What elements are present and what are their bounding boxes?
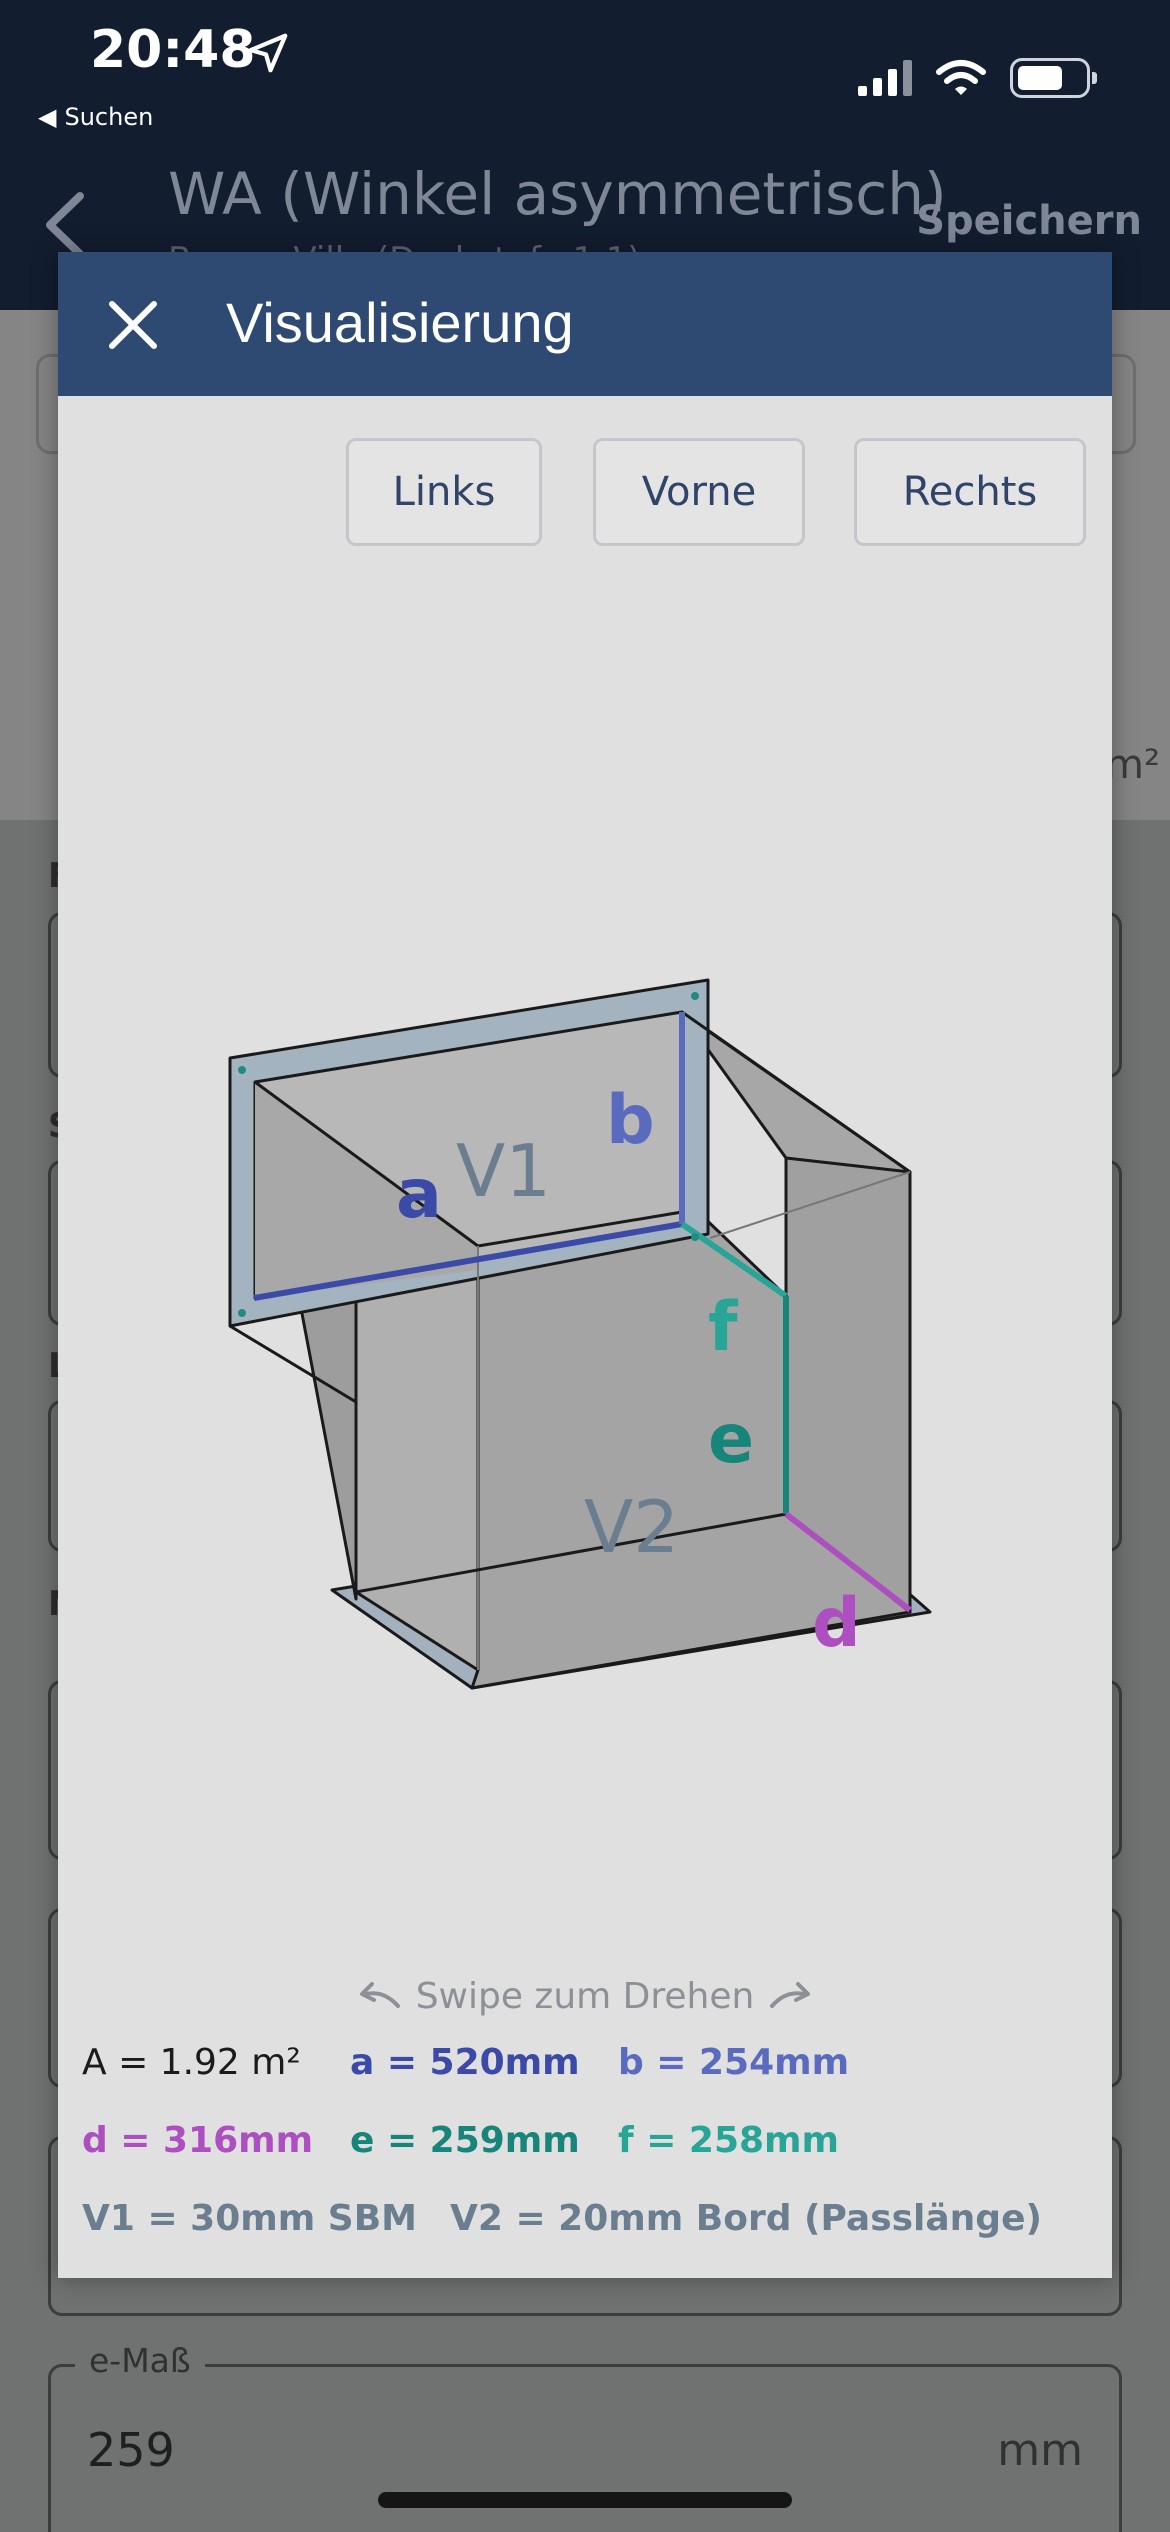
location-arrow-icon	[248, 33, 288, 73]
label-v1: V1	[456, 1129, 551, 1213]
e-mass-unit: mm	[997, 2425, 1083, 2476]
back-triangle-icon: ◀	[38, 103, 57, 131]
save-button[interactable]: Speichern	[916, 198, 1142, 244]
measurement-a: a = 520mm	[350, 2042, 580, 2083]
battery-icon	[1010, 58, 1097, 98]
page-title: WA (Winkel asymmetrisch)	[168, 160, 947, 228]
e-mass-value: 259	[87, 2423, 175, 2477]
label-v2: V2	[584, 1485, 679, 1569]
swipe-hint: Swipe zum Drehen	[58, 1966, 1112, 2026]
e-mass-label: e-Maß	[75, 2341, 205, 2380]
dimension-line-f	[680, 1221, 788, 1299]
label-e: e	[708, 1400, 754, 1479]
visualization-modal: Visualisierung Links Vorne Rechts a b V1…	[58, 252, 1112, 2278]
label-d: d	[812, 1584, 861, 1663]
view-right-button[interactable]: Rechts	[854, 438, 1086, 546]
view-front-button[interactable]: Vorne	[593, 438, 805, 546]
wifi-icon	[936, 60, 986, 95]
view-left-button[interactable]: Links	[346, 438, 542, 546]
measurement-f: f = 258mm	[618, 2120, 840, 2161]
rotate-right-icon	[770, 1982, 811, 2008]
measurement-e: e = 259mm	[350, 2120, 580, 2161]
swipe-hint-text: Swipe zum Drehen	[415, 1975, 755, 2017]
measurement-v2: V2 = 20mm Bord (Passlänge)	[450, 2198, 1042, 2239]
status-time: 20:48	[90, 20, 256, 80]
home-indicator	[378, 2492, 792, 2508]
chevron-left-icon[interactable]	[40, 190, 90, 260]
label-b: b	[606, 1081, 655, 1160]
dimension-line-d	[784, 1511, 912, 1613]
measurement-b: b = 254mm	[618, 2042, 850, 2083]
cellular-signal-icon	[858, 60, 912, 96]
area-value: A = 1.92 m²	[82, 2042, 301, 2083]
duct-shape	[228, 978, 932, 1690]
measurement-d: d = 316mm	[82, 2120, 314, 2161]
label-a: a	[396, 1155, 442, 1234]
label-f: f	[708, 1288, 739, 1367]
back-app-label: Suchen	[64, 103, 154, 131]
measurement-v1: V1 = 30mm SBM	[82, 2198, 417, 2239]
dimension-line-a	[253, 1221, 683, 1301]
rotate-left-icon	[359, 1982, 400, 2008]
area-unit: m²	[1105, 742, 1160, 788]
close-icon[interactable]	[106, 298, 160, 352]
flange-bolts	[238, 992, 699, 1317]
modal-title: Visualisierung	[226, 291, 574, 354]
modal-header: Visualisierung	[58, 252, 1112, 396]
back-to-app-link[interactable]: ◀ Suchen	[38, 94, 161, 133]
